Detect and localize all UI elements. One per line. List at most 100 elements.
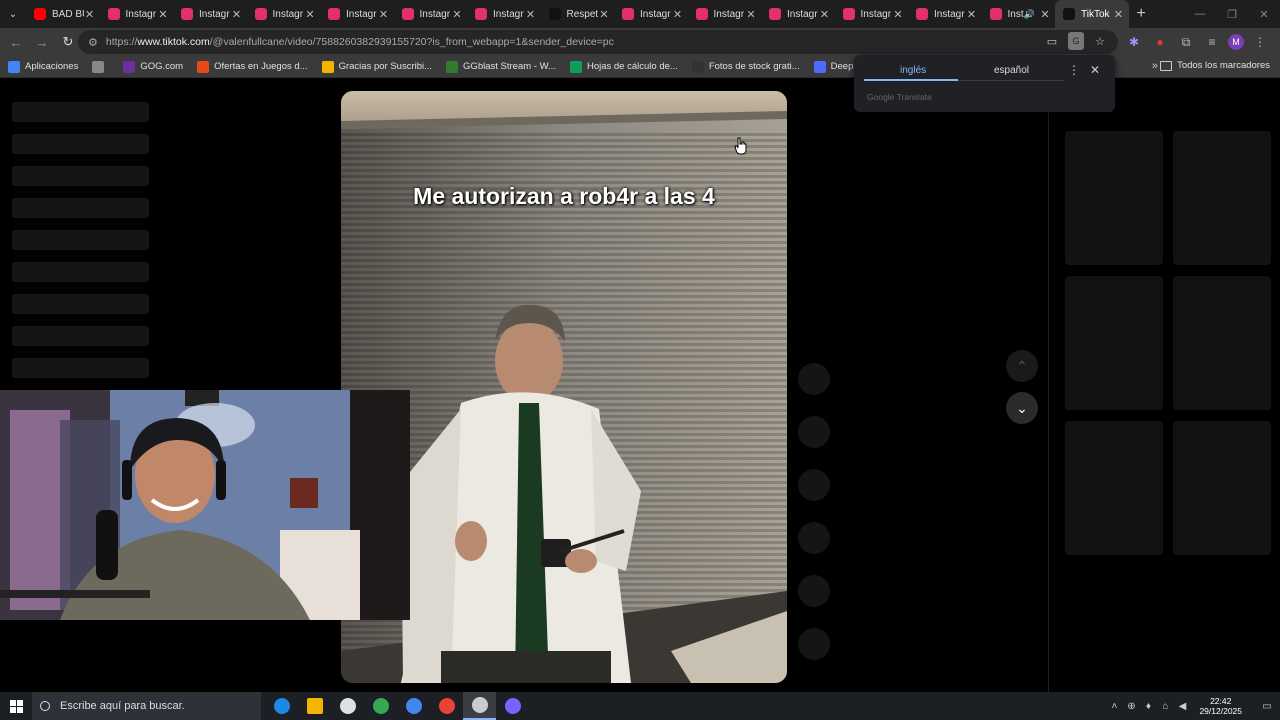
address-bar[interactable]: ⚙ https://www.tiktok.com/@valenfullcane/… bbox=[78, 30, 1118, 54]
site-info-icon[interactable]: ⚙ bbox=[88, 36, 98, 49]
browser-tab[interactable]: Instagr ✕ bbox=[173, 0, 247, 28]
close-tab-icon[interactable]: ✕ bbox=[157, 8, 169, 21]
close-tab-icon[interactable]: ✕ bbox=[1113, 8, 1125, 21]
bookmark-item[interactable]: Fotos de stock grati... bbox=[691, 60, 800, 73]
browser-tab[interactable]: Instagr ✕ bbox=[247, 0, 321, 28]
bookmark-item[interactable]: Ofertas en Juegos d... bbox=[197, 60, 308, 73]
next-video-button[interactable]: ⌄ bbox=[1006, 392, 1038, 424]
more-options-icon[interactable]: ⋮ bbox=[1068, 63, 1080, 77]
close-tab-icon[interactable]: ✕ bbox=[451, 8, 463, 21]
all-bookmarks-label: Todos los marcadores bbox=[1177, 60, 1270, 71]
taskbar-app[interactable] bbox=[364, 692, 397, 720]
browser-menu-icon[interactable]: ⋮ bbox=[1250, 30, 1270, 54]
close-tab-icon[interactable]: ✕ bbox=[231, 8, 243, 21]
close-tab-icon[interactable]: ✕ bbox=[304, 8, 316, 21]
bookmark-item[interactable]: Gracias por Suscribi... bbox=[321, 60, 432, 73]
skeleton-item bbox=[12, 230, 149, 250]
clock[interactable]: 22:42 29/12/2025 bbox=[1199, 696, 1242, 716]
url-text[interactable]: https://www.tiktok.com/@valenfullcane/vi… bbox=[106, 36, 614, 48]
tab-search-button[interactable]: ⌄ bbox=[0, 0, 26, 28]
extension-shield-icon[interactable]: ● bbox=[1150, 30, 1170, 54]
close-tab-icon[interactable]: ✕ bbox=[892, 8, 904, 21]
browser-tab[interactable]: Inst 🔊 ✕ bbox=[982, 0, 1056, 28]
share-button[interactable] bbox=[798, 522, 830, 554]
browser-tab[interactable]: Instagr ✕ bbox=[835, 0, 909, 28]
browser-tab[interactable]: Instagr ✕ bbox=[908, 0, 982, 28]
microphone-icon[interactable]: ♦ bbox=[1140, 701, 1156, 712]
sound-button[interactable] bbox=[798, 628, 830, 660]
reload-button[interactable]: ↻ bbox=[56, 30, 80, 54]
comment-button[interactable] bbox=[798, 416, 830, 448]
taskbar-app[interactable] bbox=[298, 692, 331, 720]
media-controls-icon[interactable]: ≡ bbox=[1202, 30, 1222, 54]
app-icon bbox=[504, 698, 521, 714]
tab-title: Respeto bbox=[566, 8, 599, 20]
wifi-icon[interactable]: ⌂ bbox=[1157, 701, 1173, 712]
instagram-icon bbox=[916, 8, 928, 20]
tab-title: Instagr bbox=[346, 8, 377, 20]
bookmark-item[interactable]: GGblast Stream - W... bbox=[446, 60, 556, 73]
taskbar-app[interactable] bbox=[265, 692, 298, 720]
skeleton-item bbox=[12, 198, 149, 218]
bookmarks-overflow-icon[interactable]: » bbox=[1152, 60, 1158, 72]
speaker-icon[interactable]: 🔊 bbox=[1024, 9, 1035, 20]
extensions-puzzle-icon[interactable]: ⧉ bbox=[1176, 30, 1196, 54]
browser-tab[interactable]: Respeto✕ bbox=[541, 0, 615, 28]
browser-tab[interactable]: BAD BU✕ bbox=[26, 0, 100, 28]
close-icon[interactable]: ✕ bbox=[1090, 63, 1100, 77]
extension-icon[interactable]: ✱ bbox=[1124, 30, 1144, 54]
browser-tab[interactable]: Instagr ✕ bbox=[614, 0, 688, 28]
bookmark-star-icon[interactable]: ☆ bbox=[1092, 32, 1108, 50]
skeleton-card bbox=[1173, 276, 1271, 410]
browser-tab[interactable]: Instagr ✕ bbox=[761, 0, 835, 28]
bookmark-item[interactable] bbox=[92, 60, 109, 73]
browser-tab[interactable]: TikTok ✕ bbox=[1055, 0, 1129, 28]
browser-tab[interactable]: Instagr ✕ bbox=[688, 0, 762, 28]
close-tab-icon[interactable]: ✕ bbox=[84, 8, 96, 21]
taskbar-search[interactable]: Escribe aquí para buscar. bbox=[32, 692, 261, 720]
all-bookmarks-button[interactable]: Todos los marcadores bbox=[1160, 60, 1270, 71]
close-tab-icon[interactable]: ✕ bbox=[966, 8, 978, 21]
taskbar-app[interactable] bbox=[397, 692, 430, 720]
back-button[interactable]: ← bbox=[4, 30, 28, 54]
browser-tab[interactable]: Instagr ✕ bbox=[467, 0, 541, 28]
notifications-icon[interactable]: ▭ bbox=[1254, 692, 1280, 720]
bookmark-item[interactable]: Hojas de cálculo de... bbox=[569, 60, 678, 73]
close-tab-icon[interactable]: ✕ bbox=[672, 8, 684, 21]
taskbar-app[interactable] bbox=[331, 692, 364, 720]
taskbar-app[interactable] bbox=[496, 692, 529, 720]
close-window-button[interactable]: ✕ bbox=[1248, 0, 1280, 28]
save-button[interactable] bbox=[798, 469, 830, 501]
close-tab-icon[interactable]: ✕ bbox=[1039, 8, 1051, 21]
forward-button[interactable]: → bbox=[30, 30, 54, 54]
previous-video-button[interactable]: ⌃ bbox=[1006, 350, 1038, 382]
browser-tab[interactable]: Instagr ✕ bbox=[320, 0, 394, 28]
close-tab-icon[interactable]: ✕ bbox=[525, 8, 537, 21]
like-button[interactable] bbox=[798, 363, 830, 395]
profile-avatar[interactable]: M bbox=[1228, 34, 1244, 50]
instagram-icon bbox=[695, 8, 708, 20]
taskbar-app[interactable] bbox=[430, 692, 463, 720]
minimize-button[interactable]: — bbox=[1184, 0, 1216, 28]
bookmark-item[interactable]: Aplicaciones bbox=[8, 60, 78, 73]
close-tab-icon[interactable]: ✕ bbox=[819, 8, 831, 21]
action-button[interactable] bbox=[798, 575, 830, 607]
source-language-tab[interactable]: inglés bbox=[900, 65, 926, 76]
bookmark-item[interactable]: GOG.com bbox=[123, 60, 183, 73]
browser-tab[interactable]: Instagr ✕ bbox=[100, 0, 174, 28]
start-button[interactable] bbox=[0, 692, 32, 720]
target-language-tab[interactable]: español bbox=[994, 65, 1029, 76]
tiktok-icon bbox=[1063, 8, 1075, 20]
browser-tab[interactable]: Instagr ✕ bbox=[394, 0, 468, 28]
translate-icon[interactable]: G bbox=[1068, 32, 1084, 50]
show-hidden-icons[interactable]: ˄ bbox=[1106, 701, 1122, 712]
install-app-icon[interactable]: ▭ bbox=[1044, 32, 1060, 50]
taskbar-app[interactable] bbox=[463, 692, 496, 720]
new-tab-button[interactable]: + bbox=[1137, 5, 1146, 23]
close-tab-icon[interactable]: ✕ bbox=[378, 8, 390, 21]
close-tab-icon[interactable]: ✕ bbox=[745, 8, 757, 21]
maximize-button[interactable]: ❐ bbox=[1216, 0, 1248, 28]
network-share-icon[interactable]: ⊕ bbox=[1123, 701, 1139, 712]
close-tab-icon[interactable]: ✕ bbox=[598, 8, 610, 21]
volume-icon[interactable]: ◀ bbox=[1174, 701, 1190, 712]
